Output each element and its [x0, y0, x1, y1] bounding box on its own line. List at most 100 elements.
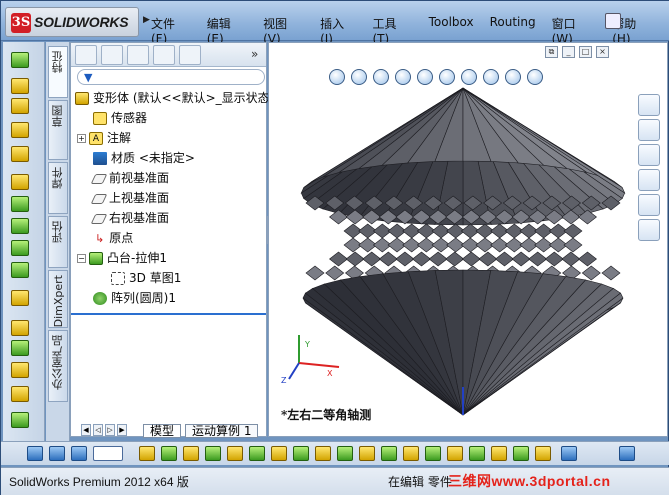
tab-office-products[interactable]: 办公室产品: [48, 330, 68, 402]
filter-solid-bodies-icon[interactable]: [249, 446, 265, 461]
fillet-icon[interactable]: [11, 290, 29, 306]
select-tool-button[interactable]: [93, 446, 123, 461]
filter-surface-bodies-icon[interactable]: [271, 446, 287, 461]
swept-cut-icon[interactable]: [11, 240, 29, 256]
mirror-icon[interactable]: [11, 386, 29, 402]
filter-sketch-icon[interactable]: [139, 446, 155, 461]
svg-text:Y: Y: [304, 340, 310, 349]
display-manager-tab-icon[interactable]: [179, 45, 201, 65]
view-palette-icon[interactable]: [638, 169, 660, 191]
filter-balloons-icon[interactable]: [513, 446, 529, 461]
design-library-icon[interactable]: [638, 119, 660, 141]
filter-toggle-icon[interactable]: [619, 446, 635, 461]
tree-item-origin[interactable]: ↳ 原点: [95, 229, 133, 247]
expand-chevron-icon[interactable]: »: [251, 47, 258, 61]
property-manager-tab-icon[interactable]: [101, 45, 123, 65]
filter-cosmetic-threads-icon[interactable]: [447, 446, 463, 461]
dimxpert-manager-tab-icon[interactable]: [153, 45, 175, 65]
tree-item-annotations[interactable]: + A 注解: [77, 129, 131, 147]
filter-axes-icon[interactable]: [205, 446, 221, 461]
tab-dimxpert[interactable]: DimXpert: [48, 270, 68, 328]
tree-item-top-plane[interactable]: 上视基准面: [90, 189, 170, 207]
tab-features[interactable]: 特征: [48, 46, 68, 98]
loft-icon[interactable]: [11, 122, 29, 138]
svg-text:X: X: [327, 369, 333, 378]
extrude-boss-icon[interactable]: [11, 52, 29, 68]
ds-logo-icon: 3S: [11, 13, 31, 33]
filter-welds-icon[interactable]: [359, 446, 375, 461]
linear-pattern-icon[interactable]: [11, 320, 29, 336]
lattice-diamond: [563, 223, 583, 239]
filter-datums-icon[interactable]: [337, 446, 353, 461]
lattice-diamond: [601, 265, 621, 281]
rollback-bar[interactable]: [71, 313, 266, 315]
tree-item-boss-extrude[interactable]: − 凸台-拉伸1: [77, 249, 167, 267]
tree-filter-input[interactable]: ▼: [77, 69, 265, 85]
filter-surface-finish-icon[interactable]: [469, 446, 485, 461]
configuration-manager-tab-icon[interactable]: [127, 45, 149, 65]
graphics-area[interactable]: ⧉ _ □ × Y X Z *左右二等角轴测: [268, 42, 668, 437]
tree-item-front-plane[interactable]: 前视基准面: [90, 169, 169, 187]
scroll-last-icon[interactable]: ▶: [117, 424, 127, 436]
tab-motion-study-1[interactable]: 运动算例 1: [185, 424, 259, 438]
boundary-icon[interactable]: [11, 146, 29, 162]
reference-geometry-icon[interactable]: [11, 412, 29, 428]
plane-icon: [90, 213, 108, 224]
tree-item-label: 上视基准面: [109, 191, 170, 205]
tree-item-circular-pattern[interactable]: 阵列(圆周)1: [93, 289, 176, 307]
logo-expand-arrow-icon[interactable]: ▶: [143, 15, 150, 25]
3d-model[interactable]: Y X Z: [269, 43, 669, 438]
material-icon: [93, 152, 107, 165]
tab-model[interactable]: 模型: [143, 424, 182, 438]
appearances-scenes-icon[interactable]: [638, 194, 660, 216]
hole-wizard-icon[interactable]: [11, 196, 29, 212]
lattice-diamond: [329, 251, 349, 267]
lofted-cut-icon[interactable]: [11, 262, 29, 278]
filter-routing-icon[interactable]: [381, 446, 397, 461]
solidworks-logo[interactable]: 3S SOLIDWORKS: [5, 7, 139, 37]
expand-icon[interactable]: +: [77, 134, 86, 143]
filter-vertices-icon[interactable]: [27, 446, 43, 461]
svg-text:Z: Z: [281, 376, 287, 385]
filter-notes-icon[interactable]: [315, 446, 331, 461]
revolve-icon[interactable]: [11, 78, 29, 94]
shell-icon[interactable]: [11, 362, 29, 378]
filter-mates-icon[interactable]: [425, 446, 441, 461]
tree-item-right-plane[interactable]: 右视基准面: [90, 209, 169, 227]
tree-item-material[interactable]: 材质 <未指定>: [93, 149, 195, 167]
scroll-first-icon[interactable]: ◀: [81, 424, 91, 436]
sweep-icon[interactable]: [11, 98, 29, 114]
lattice-diamond: [511, 251, 531, 267]
scroll-prev-icon[interactable]: ◁: [93, 424, 103, 436]
tab-sketch-label: 草图: [51, 105, 64, 127]
filter-center-marks-icon[interactable]: [535, 446, 551, 461]
filter-features-icon[interactable]: [161, 446, 177, 461]
filter-edges-icon[interactable]: [49, 446, 65, 461]
revolved-cut-icon[interactable]: [11, 218, 29, 234]
tab-weldments[interactable]: 焊件: [48, 162, 68, 214]
tab-evaluate[interactable]: 评估: [48, 216, 68, 268]
tree-root[interactable]: 变形体 (默认<<默认>_显示状态: [75, 89, 270, 107]
filter-faces-icon[interactable]: [71, 446, 87, 461]
filter-points-icon[interactable]: [227, 446, 243, 461]
tree-item-3d-sketch[interactable]: 3D 草图1: [111, 269, 181, 287]
view-orientation-label: *左右二等角轴测: [281, 408, 372, 422]
tab-dimxpert-label: DimXpert: [51, 275, 65, 328]
filter-gtol-icon[interactable]: [491, 446, 507, 461]
filter-blocks-icon[interactable]: [403, 446, 419, 461]
filter-dimensions-icon[interactable]: [293, 446, 309, 461]
file-explorer-icon[interactable]: [638, 144, 660, 166]
tree-item-sensors[interactable]: 传感器: [93, 109, 147, 127]
scroll-next-icon[interactable]: ▷: [105, 424, 115, 436]
extruded-cut-icon[interactable]: [11, 174, 29, 190]
rib-icon[interactable]: [11, 340, 29, 356]
feature-manager-tab-icon[interactable]: [75, 45, 97, 65]
solidworks-resources-icon[interactable]: [638, 94, 660, 116]
tree-item-label: 注解: [107, 131, 132, 145]
pin-icon[interactable]: [605, 13, 621, 29]
custom-properties-icon[interactable]: [638, 219, 660, 241]
tab-sketch[interactable]: 草图: [48, 100, 68, 160]
filter-planes-icon[interactable]: [183, 446, 199, 461]
collapse-icon[interactable]: −: [77, 254, 86, 263]
filter-clear-icon[interactable]: [561, 446, 577, 461]
